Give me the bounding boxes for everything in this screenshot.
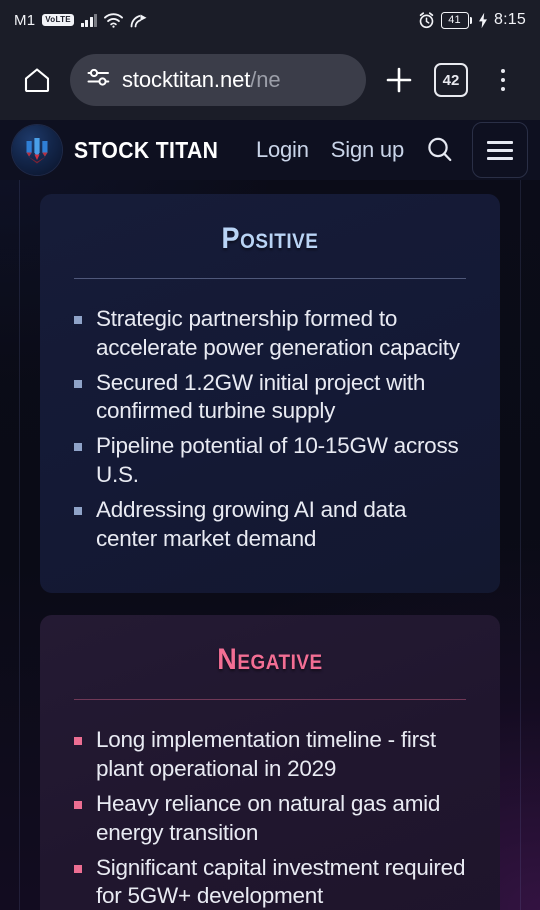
signup-link[interactable]: Sign up [331,137,404,163]
negative-bullet-list: Long implementation timeline - first pla… [70,726,470,910]
volte-badge: VoLTE [42,14,74,26]
list-item: Strategic partnership formed to accelera… [70,305,470,363]
three-dot-menu-icon[interactable] [480,57,526,103]
battery-level-label: 41 [440,11,469,29]
list-item: Heavy reliance on natural gas amid energ… [70,790,470,848]
url-text: stocktitan.net/ne [122,67,281,93]
cast-icon [130,13,148,28]
alarm-icon [418,11,435,29]
wifi-icon [104,12,124,28]
positive-card: Positive Strategic partnership formed to… [40,194,500,594]
browser-toolbar: stocktitan.net/ne 42 [0,40,540,120]
web-page-viewport: STOCK TITAN Login Sign up Positive Strat… [0,120,540,910]
list-item: Secured 1.2GW initial project with confi… [70,369,470,427]
list-item: Addressing growing AI and data center ma… [70,496,470,554]
login-link[interactable]: Login [256,137,309,163]
clock-label: 8:15 [494,11,526,28]
url-path: /ne [250,67,281,92]
list-item: Pipeline potential of 10-15GW across U.S… [70,432,470,490]
site-header: STOCK TITAN Login Sign up [0,120,540,180]
list-item: Significant capital investment required … [70,854,470,910]
negative-card: Negative Long implementation timeline - … [40,615,500,910]
site-logo-link[interactable]: STOCK TITAN [12,125,231,175]
negative-card-title: Negative [217,643,323,677]
url-host: stocktitan.net [122,67,251,92]
header-nav: Login Sign up [256,137,404,163]
charging-bolt-icon [478,12,488,29]
carrier-label: M1 [14,11,36,29]
page-info-tune-icon[interactable] [86,65,111,95]
positive-card-title: Positive [221,222,319,255]
home-icon[interactable] [14,57,60,103]
negative-card-divider [74,699,466,701]
list-item: Long implementation timeline - first pla… [70,726,470,784]
hamburger-menu-icon[interactable] [472,122,528,178]
tab-count-label: 42 [434,63,468,97]
stock-titan-logo-icon [12,125,62,175]
article-content: Positive Strategic partnership formed to… [19,180,521,910]
tab-switcher-button[interactable]: 42 [428,57,474,103]
brand-label: STOCK TITAN [74,136,219,163]
positive-card-divider [74,278,466,279]
url-bar[interactable]: stocktitan.net/ne [70,54,366,106]
positive-bullet-list: Strategic partnership formed to accelera… [70,305,470,553]
status-bar-left: M1 VoLTE [14,12,148,29]
battery-icon: 41 [440,11,473,29]
new-tab-plus-icon[interactable] [376,57,422,103]
status-bar-right: 41 8:15 [418,11,526,29]
signal-bars-icon [80,13,98,27]
android-status-bar: M1 VoLTE 41 8:15 [0,0,540,40]
search-icon[interactable] [424,134,456,166]
